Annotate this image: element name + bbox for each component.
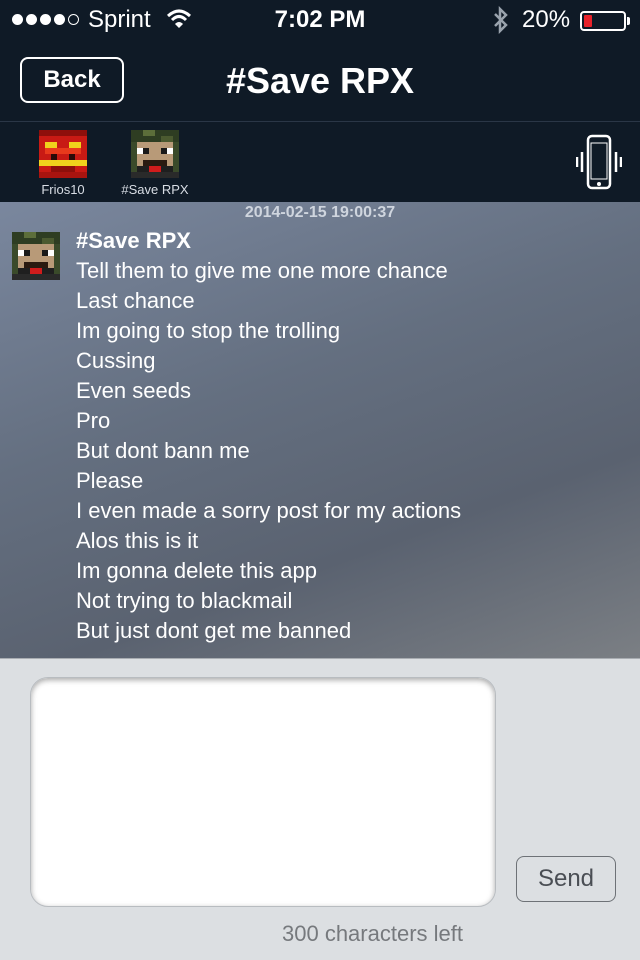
page-title: #Save RPX — [225, 60, 415, 101]
navigation-bar: Back #Save RPX — [0, 40, 640, 122]
chat-area[interactable]: 2014-02-15 19:00:37 #Save RPX Tell them … — [0, 202, 640, 658]
battery-level — [584, 15, 592, 27]
message-line: Im gonna delete this app — [76, 558, 317, 583]
phone-vibrate-icon[interactable] — [575, 134, 623, 195]
camo-pixel-avatar-icon[interactable] — [12, 232, 60, 280]
member-save-rpx[interactable]: #Save RPX — [110, 130, 200, 197]
status-bar: Sprint 7:02 PM 20% — [0, 0, 640, 40]
send-button[interactable]: Send — [516, 856, 616, 902]
message-line: Pro — [76, 408, 111, 433]
member-frios10[interactable]: Frios10 — [18, 130, 108, 197]
message-line: Please — [76, 468, 144, 493]
message-line: But just dont get me banned — [76, 618, 352, 643]
message-line: Last chance — [76, 288, 195, 313]
message-input[interactable] — [30, 677, 496, 907]
bluetooth-icon — [492, 5, 510, 39]
battery-icon — [580, 11, 626, 31]
message-line: But dont bann me — [76, 438, 250, 463]
message-sender: #Save RPX — [76, 228, 191, 253]
message-line: Not trying to blackmail — [76, 588, 293, 613]
member-name: #Save RPX — [121, 182, 189, 197]
group-members-bar: Frios10 #Save RPX — [0, 122, 640, 202]
camo-pixel-avatar-icon — [131, 130, 179, 178]
message-line: Alos this is it — [76, 528, 199, 553]
message-body: Tell them to give me one more chance Last… — [76, 256, 461, 646]
message-line: Even seeds — [76, 378, 191, 403]
battery-percent: 20% — [522, 6, 571, 33]
message-composer: Send 300 characters left — [0, 658, 640, 960]
red-pixel-avatar-icon — [39, 130, 87, 178]
message-line: Tell them to give me one more chance — [76, 258, 448, 283]
battery-tip — [627, 17, 630, 25]
message-line: Cussing — [76, 348, 156, 373]
message-timestamp: 2014-02-15 19:00:37 — [244, 204, 396, 221]
characters-left-label: 300 characters left — [282, 921, 463, 946]
message-line: Im going to stop the trolling — [76, 318, 341, 343]
member-name: Frios10 — [41, 182, 85, 197]
message-line: I even made a sorry post for my actions — [76, 498, 462, 523]
